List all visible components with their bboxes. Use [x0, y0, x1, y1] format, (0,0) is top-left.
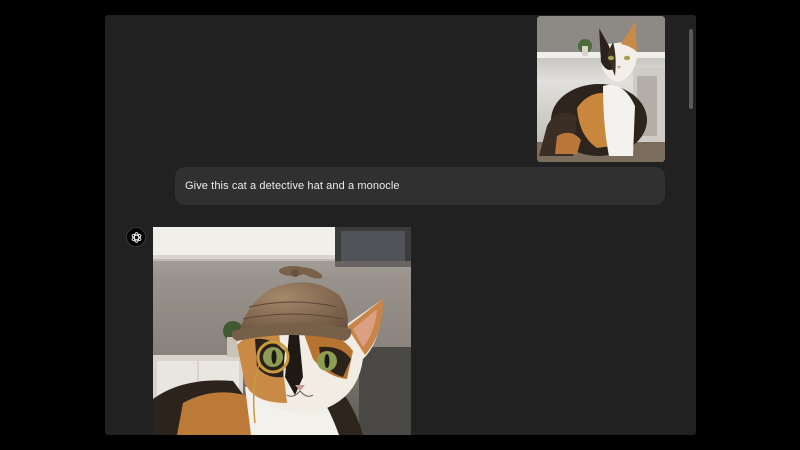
user-message-bubble: Give this cat a detective hat and a mono… — [175, 167, 665, 205]
calico-cat-photo — [537, 16, 665, 162]
detective-cat-image — [153, 227, 411, 435]
user-message-text: Give this cat a detective hat and a mono… — [185, 180, 400, 192]
user-uploaded-image[interactable] — [537, 16, 665, 162]
scrollbar-thumb[interactable] — [689, 29, 693, 109]
chat-scrollbar[interactable] — [686, 15, 696, 435]
openai-logo-icon — [126, 227, 146, 247]
generated-image[interactable] — [153, 227, 411, 435]
chat-window: Give this cat a detective hat and a mono… — [105, 15, 696, 435]
